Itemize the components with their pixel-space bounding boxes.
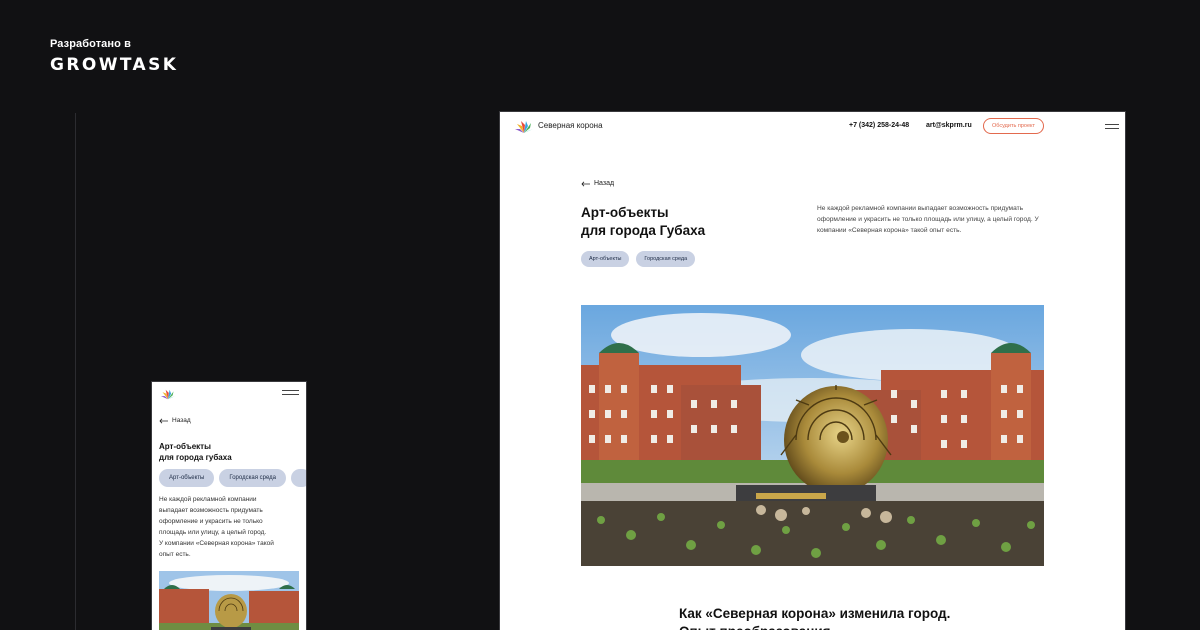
site-header: Северная корона +7 (342) 258-24-48 art@s… — [500, 112, 1125, 140]
page-title: Арт-объекты для города Губаха — [581, 204, 781, 240]
title-line-2: для города Губаха — [581, 223, 706, 238]
hero-photo — [581, 305, 1044, 566]
intro-text: Не каждой рекламной компании выпадает во… — [159, 494, 305, 560]
back-link[interactable]: Назад — [159, 417, 191, 424]
tag-partial[interactable] — [291, 469, 306, 487]
intro-line: выпадает возможность придумать — [159, 507, 263, 514]
mobile-mockup: Назад Арт-объекты для города губаха Арт-… — [151, 381, 307, 630]
tag-urban-environment[interactable]: Городская среда — [219, 469, 286, 487]
back-link[interactable]: Назад — [581, 180, 614, 187]
tag-art-objects[interactable]: Арт-объекты — [581, 251, 630, 267]
title-line-1: Арт-объекты — [159, 442, 211, 451]
tag-art-objects[interactable]: Арт-объекты — [159, 469, 215, 487]
arrow-left-icon — [159, 418, 168, 423]
intro-line: опыт есть. — [159, 551, 191, 558]
tag-list: Арт-объекты Городская среда — [159, 469, 306, 487]
intro-line: Не каждой рекламной компании — [159, 496, 257, 503]
desktop-mockup: Северная корона +7 (342) 258-24-48 art@s… — [499, 111, 1126, 630]
back-label: Назад — [594, 180, 615, 187]
discuss-project-button[interactable]: Обсудить проект — [983, 118, 1044, 134]
email-link[interactable]: art@skprm.ru — [926, 122, 972, 129]
title-line-1: Арт-объекты — [581, 205, 669, 220]
brand-caption: Разработано в — [50, 38, 131, 50]
promo-canvas: Разработано в GROWTASK Северная корона +… — [0, 0, 1200, 630]
intro-line: оформление и украсить не только — [159, 518, 263, 525]
tag-urban-environment[interactable]: Городская среда — [636, 251, 696, 267]
back-label: Назад — [172, 417, 191, 424]
divider-line — [75, 113, 76, 630]
intro-text: Не каждой рекламной компании выпадает во… — [817, 205, 1039, 234]
hero-photo — [159, 571, 299, 630]
corona-logo-icon — [515, 121, 533, 133]
hamburger-icon[interactable] — [282, 390, 299, 398]
shell-sculpture-photo — [581, 305, 1044, 566]
shell-sculpture-photo — [159, 571, 299, 630]
section-heading: Как «Северная корона» изменила город. Оп… — [679, 606, 951, 630]
intro-line: У компании «Северная корона» такой — [159, 540, 274, 547]
tag-list: Арт-объекты Городская среда — [581, 251, 696, 267]
intro-line: площадь или улицу, а целый город. — [159, 529, 267, 536]
page-title: Арт-объекты для города губаха — [159, 441, 299, 463]
growtask-logo: GROWTASK — [50, 55, 179, 75]
phone-link[interactable]: +7 (342) 258-24-48 — [849, 122, 909, 129]
title-line-2: для города губаха — [159, 453, 232, 462]
corona-logo-icon — [160, 389, 176, 400]
site-name[interactable]: Северная корона — [538, 121, 603, 130]
hamburger-icon[interactable] — [1105, 124, 1119, 130]
arrow-left-icon — [581, 181, 590, 186]
brand-block: Разработано в GROWTASK — [50, 38, 178, 75]
